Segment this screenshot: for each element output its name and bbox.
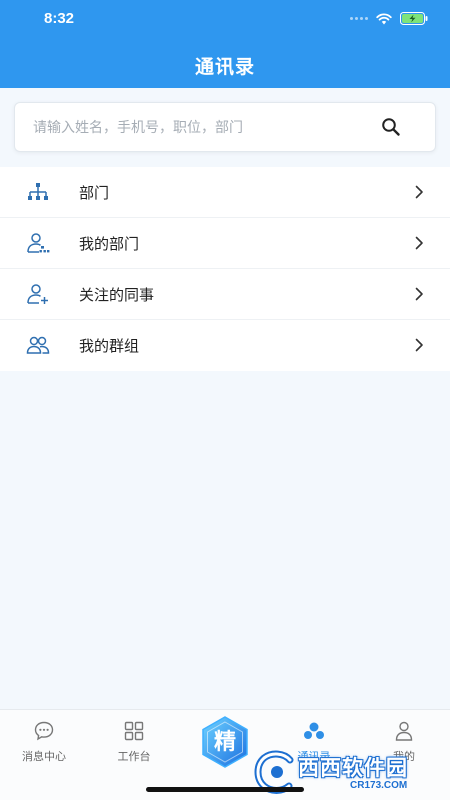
- status-indicators: [350, 12, 428, 25]
- grid-icon: [124, 721, 144, 741]
- contacts-icon: [304, 722, 324, 739]
- menu-item-label: 关注的同事: [79, 286, 155, 304]
- page-title: 通讯录: [194, 57, 255, 78]
- chevron-right-icon: [415, 236, 423, 250]
- menu-item-my-groups[interactable]: 我的群组: [0, 320, 450, 371]
- watermark: 西西软件园 CR173.COM: [250, 748, 450, 800]
- chevron-right-icon: [415, 185, 423, 199]
- tab-label: 工作台: [117, 751, 151, 763]
- users-icon: [26, 336, 50, 354]
- watermark-sub: CR173.COM: [350, 780, 408, 791]
- cellular-signal-icon: [350, 17, 368, 20]
- screen: 8:32 通讯录 请输入姓名，手机号，职位，部门 部门 我的部门 关注的同事 我…: [0, 0, 450, 800]
- user-add-icon: [27, 284, 48, 304]
- watermark-text: 西西软件园: [298, 757, 408, 780]
- chat-icon: [34, 721, 54, 741]
- contacts-menu: 部门 我的部门 关注的同事 我的群组: [0, 167, 450, 371]
- status-time: 8:32: [44, 10, 75, 27]
- header-bar: 8:32 通讯录: [0, 0, 450, 88]
- tab-label: 消息中心: [22, 751, 66, 763]
- battery-charging-icon: [400, 12, 428, 25]
- menu-item-followed-colleagues[interactable]: 关注的同事: [0, 269, 450, 320]
- search-input[interactable]: [33, 103, 373, 151]
- center-badge-label: 精: [213, 729, 236, 754]
- menu-item-departments[interactable]: 部门: [0, 167, 450, 218]
- menu-item-my-department[interactable]: 我的部门: [0, 218, 450, 269]
- wifi-icon: [376, 12, 392, 24]
- org-chart-icon: [28, 183, 48, 200]
- menu-item-label: 部门: [79, 184, 110, 202]
- chevron-right-icon: [415, 338, 423, 352]
- home-indicator: [146, 787, 304, 792]
- tab-workbench[interactable]: 工作台: [94, 720, 174, 764]
- center-featured-button[interactable]: 精: [198, 715, 252, 769]
- profile-icon: [395, 721, 413, 741]
- user-group-icon: [27, 233, 50, 253]
- menu-item-label: 我的部门: [79, 235, 140, 253]
- chevron-right-icon: [415, 287, 423, 301]
- search-box[interactable]: [14, 102, 436, 152]
- search-icon[interactable]: [381, 117, 401, 137]
- tab-message-center[interactable]: 消息中心: [4, 720, 84, 764]
- menu-item-label: 我的群组: [79, 338, 140, 355]
